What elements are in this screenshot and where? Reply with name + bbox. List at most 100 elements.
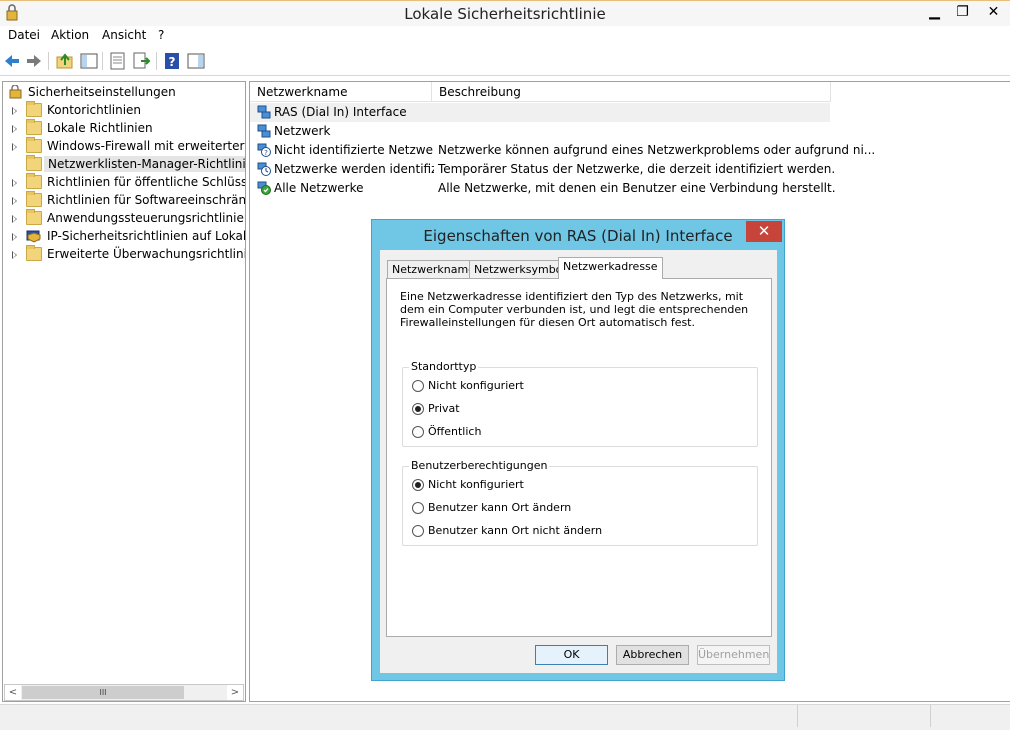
column-header-netzwerkname[interactable]: Netzwerkname <box>250 82 432 102</box>
toolbar: ? <box>0 46 1010 76</box>
list-item[interactable]: RAS (Dial In) Interface <box>250 103 830 122</box>
unidentified-network-icon: ? <box>257 143 271 157</box>
tab-netzwerksymbol[interactable]: Netzwerksymbol <box>469 260 571 278</box>
restore-button[interactable]: ❐ <box>946 1 979 23</box>
network-name: Netzwerke werden identifizi... <box>274 162 434 176</box>
tree-item-label: Erweiterte Überwachungsrichtlinienkonfig… <box>47 247 245 261</box>
radio-button[interactable] <box>412 502 424 514</box>
radio-label: Benutzer kann Ort ändern <box>428 501 572 514</box>
folder-icon <box>26 191 42 207</box>
expand-arrow-icon[interactable] <box>12 215 17 223</box>
radio-label: Nicht konfiguriert <box>428 478 524 491</box>
tree-item-label: Richtlinien für Softwareeinschränkung <box>47 193 246 207</box>
radio-button-selected[interactable] <box>412 403 424 415</box>
expand-arrow-icon[interactable] <box>12 125 17 133</box>
network-name: RAS (Dial In) Interface <box>274 105 407 119</box>
network-icon <box>257 124 271 138</box>
console-tree: Sicherheitseinstellungen Kontorichtlinie… <box>2 81 246 702</box>
tree-item-ip-sicherheit[interactable]: IP-Sicherheitsrichtlinien auf Lokaler Co… <box>3 228 245 246</box>
properties-icon[interactable] <box>108 51 128 71</box>
tree-item-label: Lokale Richtlinien <box>47 121 153 135</box>
network-description: Alle Netzwerke, mit denen ein Benutzer e… <box>438 181 836 195</box>
window-title: Lokale Sicherheitsrichtlinie <box>404 5 606 23</box>
location-type-group: Standorttyp Nicht konfiguriert Privat Öf… <box>402 360 758 447</box>
radio-button[interactable] <box>412 525 424 537</box>
close-button[interactable]: ✕ <box>977 1 1010 23</box>
tree-item-windows-firewall[interactable]: Windows-Firewall mit erweiterter Sicherh… <box>3 137 245 156</box>
expand-arrow-icon[interactable] <box>12 107 17 115</box>
radio-button-selected[interactable] <box>412 479 424 491</box>
export-list-icon[interactable] <box>132 51 152 71</box>
menu-aktion[interactable]: Aktion <box>49 28 91 42</box>
radio-label: Privat <box>428 402 460 415</box>
tree-item-netzwerklisten-manager[interactable]: Netzwerklisten-Manager-Richtlinien <box>3 155 245 174</box>
list-item[interactable]: ? Nicht identifizierte Netzwerke Netzwer… <box>250 141 875 160</box>
expand-arrow-icon[interactable] <box>12 197 17 205</box>
window-titlebar: Lokale Sicherheitsrichtlinie ▁ ❐ ✕ <box>0 0 1010 26</box>
scroll-left-button[interactable]: < <box>5 685 21 700</box>
tree-item-ueberwachung[interactable]: Erweiterte Überwachungsrichtlinienkonfig… <box>3 245 245 264</box>
dialog-title: Eigenschaften von RAS (Dial In) Interfac… <box>423 227 733 245</box>
network-name: Alle Netzwerke <box>274 181 364 195</box>
network-description: Netzwerke können aufgrund eines Netzwerk… <box>438 143 876 157</box>
radio-button[interactable] <box>412 426 424 438</box>
tree-root[interactable]: Sicherheitseinstellungen <box>3 84 245 102</box>
expand-arrow-icon[interactable] <box>12 179 17 187</box>
forward-arrow-icon[interactable] <box>24 51 44 71</box>
status-segment <box>797 705 930 727</box>
apply-button[interactable]: Übernehmen <box>697 645 770 665</box>
folder-icon <box>26 173 42 189</box>
tab-netzwerkname[interactable]: Netzwerkname <box>387 260 480 278</box>
security-settings-icon <box>9 85 22 99</box>
help-icon[interactable]: ? <box>162 51 182 71</box>
network-name: Netzwerk <box>274 124 331 138</box>
network-icon <box>257 105 271 119</box>
tree-item-label: Richtlinien für öffentliche Schlüssel <box>47 175 246 189</box>
column-header-beschreibung[interactable]: Beschreibung <box>432 82 831 102</box>
user-permissions-legend: Benutzerberechtigungen <box>409 459 550 472</box>
tree-item-label: Kontorichtlinien <box>47 103 142 117</box>
tree-item-kontorichtlinien[interactable]: Kontorichtlinien <box>3 101 245 120</box>
tree-item-lokale-richtlinien[interactable]: Lokale Richtlinien <box>3 119 245 138</box>
list-item[interactable]: Netzwerk <box>250 122 830 141</box>
folder-icon <box>26 245 42 261</box>
tree-item-label: Netzwerklisten-Manager-Richtlinien <box>44 156 245 172</box>
folder-lock-icon <box>26 101 42 117</box>
tree-horizontal-scrollbar[interactable]: < III > <box>4 684 244 701</box>
network-name: Nicht identifizierte Netzwerke <box>274 143 434 157</box>
back-arrow-icon[interactable] <box>2 51 22 71</box>
menu-bar: Datei Aktion Ansicht ? <box>0 26 1010 46</box>
tree-item-oeffentliche-schluessel[interactable]: Richtlinien für öffentliche Schlüssel <box>3 173 246 192</box>
up-folder-icon[interactable] <box>55 51 75 71</box>
list-item[interactable]: Alle Netzwerke Alle Netzwerke, mit denen… <box>250 179 836 198</box>
dialog-close-button[interactable]: ✕ <box>746 221 782 242</box>
tree-item-anwendungssteuerung[interactable]: Anwendungssteuerungsrichtlinien <box>3 209 245 228</box>
folder-lock-icon <box>26 119 42 135</box>
menu-ansicht[interactable]: Ansicht <box>100 28 148 42</box>
tree-item-softwareeinschraenkung[interactable]: Richtlinien für Softwareeinschränkung <box>3 191 246 210</box>
expand-arrow-icon[interactable] <box>12 233 17 241</box>
tab-panel-netzwerkadresse: Eine Netzwerkadresse identifiziert den T… <box>386 278 772 637</box>
svg-text:?: ? <box>169 55 176 69</box>
radio-label: Benutzer kann Ort nicht ändern <box>428 524 603 537</box>
user-permissions-group: Benutzerberechtigungen Nicht konfigurier… <box>402 459 758 546</box>
network-address-description: Eine Netzwerkadresse identifiziert den T… <box>400 290 749 329</box>
scroll-thumb[interactable]: III <box>22 686 184 699</box>
tree-root-label: Sicherheitseinstellungen <box>28 85 176 99</box>
radio-label: Nicht konfiguriert <box>428 379 524 392</box>
show-hide-tree-icon[interactable] <box>79 51 99 71</box>
dialog-body: Netzwerkname Netzwerksymbol Netzwerkadre… <box>380 250 777 673</box>
cancel-button[interactable]: Abbrechen <box>616 645 689 665</box>
radio-button[interactable] <box>412 380 424 392</box>
menu-datei[interactable]: Datei <box>6 28 42 42</box>
status-bar <box>0 704 1010 730</box>
scroll-right-button[interactable]: > <box>227 685 243 700</box>
expand-arrow-icon[interactable] <box>12 143 17 151</box>
properties-dialog: Eigenschaften von RAS (Dial In) Interfac… <box>371 219 785 681</box>
ok-button[interactable]: OK <box>535 645 608 665</box>
action-pane-icon[interactable] <box>186 51 206 71</box>
menu-help[interactable]: ? <box>156 28 166 42</box>
expand-arrow-icon[interactable] <box>12 251 17 259</box>
list-item[interactable]: Netzwerke werden identifizi... Temporäre… <box>250 160 835 179</box>
tab-netzwerkadresse[interactable]: Netzwerkadresse <box>558 257 663 279</box>
